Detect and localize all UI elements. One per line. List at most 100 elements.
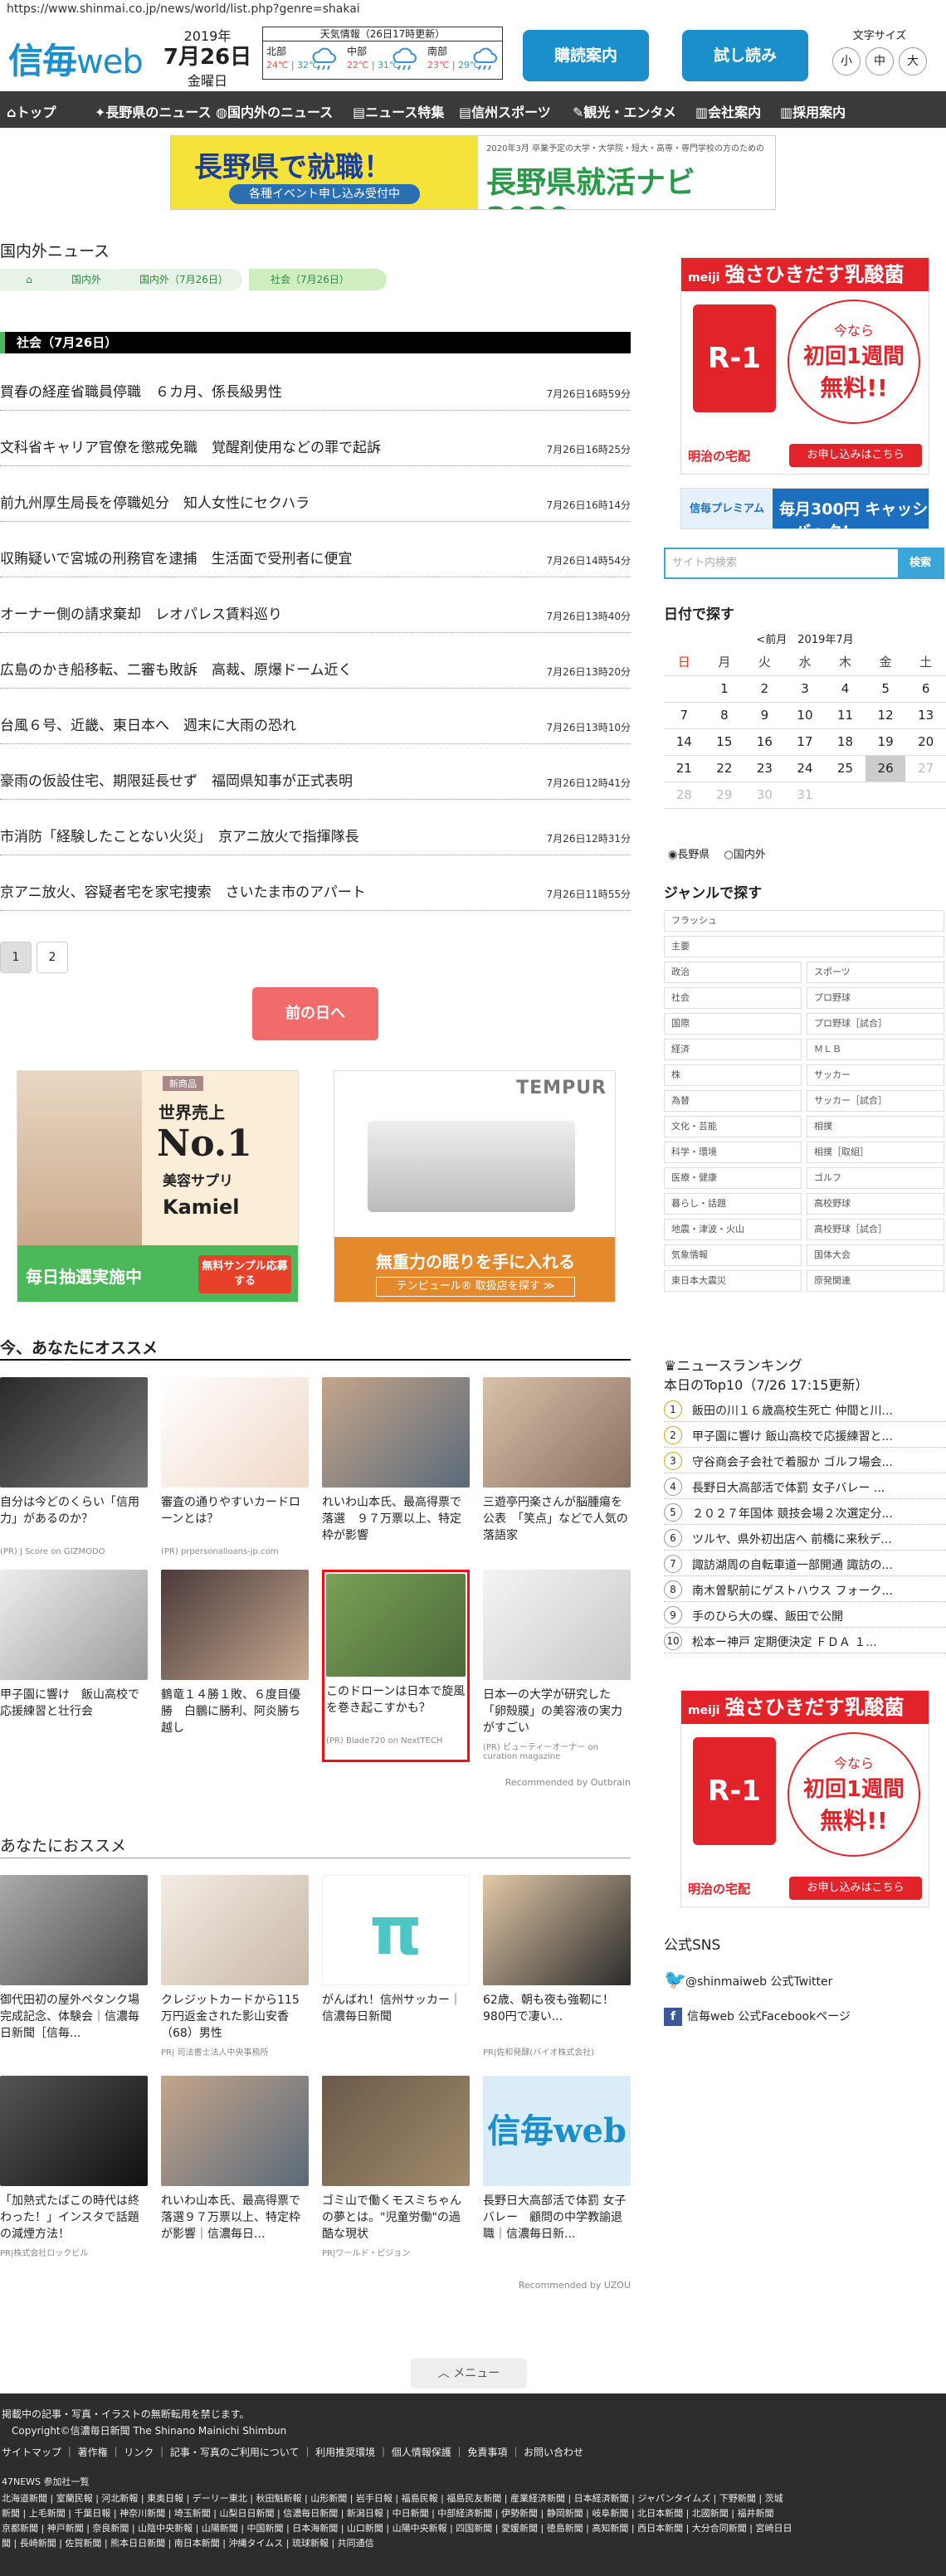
recommend2-card[interactable]: ゴミ山で働くモスミちゃんの夢とは。"児童労働"の過酷な現状 PR|ワールド・ビジョ… [322,2076,470,2258]
recommend2-card[interactable]: 信毎web 長野日大高部活で体罰 女子バレー 顧問の中学教諭退職｜信濃毎日新... [483,2076,631,2246]
genre-item[interactable]: 原発関連 [807,1270,944,1292]
recommend2-card[interactable]: 62歳、朝も夜も強靭に！980円で凄い... PR|佐和発酵(バイオ株式会社) [483,1875,631,2057]
genre-item[interactable]: 地震・津波・火山 [664,1219,802,1240]
calendar-day[interactable]: 22 [704,755,745,782]
news-item[interactable]: 台風６号、近畿、東日本へ 週末に大雨の恐れ 7月26日13時10分 [0,689,631,744]
search-input[interactable]: サイト内検索 [666,549,900,577]
recommend2-card[interactable]: 御代田初の屋外ペタンク場 完成記念、体験会｜信濃毎日新聞［信毎... [0,1875,148,2045]
news-item[interactable]: 豪雨の仮設住宅、期限延長せず 福岡県知事が正式表明 7月26日12時41分 [0,744,631,800]
news-item[interactable]: 前九州厚生局長を停職処分 知人女性にセクハラ 7月26日16時14分 [0,466,631,522]
genre-item[interactable]: 高校野球［試合］ [807,1219,944,1240]
calendar-day[interactable]: 3 [784,675,826,703]
store-search-button[interactable]: テンピュール® 取扱店を探す ≫ [376,1277,575,1297]
calendar-day[interactable]: 25 [825,755,866,782]
genre-item[interactable]: 東日本大震災 [664,1270,802,1292]
prev-day-button[interactable]: 前の日へ [252,987,378,1040]
news-item[interactable]: 文科省キャリア官僚を懲戒免職 覚醒剤使用などの罪で起訴 7月26日16時25分 [0,411,631,466]
calendar-day[interactable]: 9 [744,702,785,729]
outbrain-credit[interactable]: Recommended by Outbrain [505,1777,631,1788]
premium-ad[interactable]: 信毎プレミアム 毎月300円 キャッシュバック! [680,488,929,529]
calendar-day[interactable]: 5 [865,675,906,703]
meiji-apply-button[interactable]: お申し込みはこちら [789,444,922,467]
meiji-ad-top[interactable]: meiji 強さひきだす乳酸菌 R-1 今なら 初回1週間 無料!! 明治の宅配 … [680,257,929,475]
meiji-ad-bottom[interactable]: meiji 強さひきだす乳酸菌 R-1 今なら 初回1週間 無料!! 明治の宅配 … [680,1690,929,1907]
calendar-day[interactable]: 21 [664,755,705,782]
genre-item[interactable]: 高校野球 [807,1193,944,1215]
ranking-item[interactable]: 10 松本ー神戸 定期便決定 ＦＤＡ １... [664,1629,946,1653]
news-item[interactable]: 買春の経産省職員停職 ６カ月、係長級男性 7月26日16時59分 [0,355,631,411]
meiji-apply-button[interactable]: お申し込みはこちら [789,1877,922,1900]
calendar-day[interactable]: 17 [784,728,826,756]
news-item[interactable]: オーナー側の請求棄却 レオパレス賃料巡り 7月26日13時40分 [0,577,631,633]
breadcrumb-item[interactable]: 国内外（7月26日） [118,269,242,290]
ranking-item[interactable]: 8 南木曽駅前にゲストハウス フォーク... [664,1577,946,1602]
footer-member-links[interactable]: 北海道新聞 | 室蘭民報 | 河北新報 | 東奥日報 | デーリー東北 | 秋田… [2,2491,783,2505]
genre-item[interactable]: 社会 [664,987,802,1009]
calendar-day[interactable]: 23 [744,755,785,782]
page-2-button[interactable]: 2 [37,942,68,973]
nav-item-top[interactable]: ⌂トップ [7,101,56,121]
recommend-card-highlighted[interactable]: このドローンは日本で旋風を巻き起こすかも？ (PR) Blade720 on Ne… [322,1570,470,1762]
news-item[interactable]: 京アニ放火、容疑者宅を家宅捜索 さいたま市のアパート 7月26日11時55分 [0,855,631,911]
recommend2-card[interactable]: れいわ山本氏、最高得票で落選９７万票以上、特定枠が影響｜信濃毎日... [161,2076,309,2246]
recommend-card[interactable]: 審査の通りやすいカードローンとは？ (PR) prpersonalloans-jp… [161,1377,309,1556]
genre-item[interactable]: 医療・健康 [664,1167,802,1189]
calendar-day[interactable]: 13 [905,702,946,729]
genre-item[interactable]: 主要 [664,936,944,957]
calendar-day-today[interactable]: 26 [865,755,906,782]
weather-box[interactable]: 天気情報（26日17時更新） 北部 24℃ | 32℃ 中部 22℃ | 31℃… [262,27,503,80]
genre-item[interactable]: フラッシュ [664,910,944,932]
ranking-item[interactable]: 3 守谷商会子会社で着服か ゴルフ場会... [664,1449,946,1473]
calendar-day[interactable]: 15 [704,728,745,756]
footer-member-links[interactable]: 新聞 | 上毛新聞 | 千葉日報 | 神奈川新聞 | 埼玉新聞 | 山梨日日新聞… [2,2506,773,2520]
ranking-item[interactable]: 9 手のひら大の蝶、飯田で公開 [664,1603,946,1628]
recommend2-card[interactable]: クレジットカードから115万円返金された影山安香（68）男性 PR| 司法書士法人… [161,1875,309,2057]
trial-button[interactable]: 試し読み [682,30,808,81]
genre-item[interactable]: 株 [664,1064,802,1086]
recommend-card[interactable]: 日本一の大学が研究した「卵殻膜」の美容液の実力がすごい (PR) ビューティーオー… [483,1570,631,1761]
recommend-card[interactable]: 鶴竜１４勝１敗、６度目優勝 白鵬に勝利、阿炎勝ち越し [161,1570,309,1740]
prev-month-link[interactable]: <前月 [756,634,787,646]
genre-item[interactable]: 気象情報 [664,1244,802,1266]
calendar-day[interactable]: 8 [704,702,745,729]
ranking-item[interactable]: 4 長野日大高部活で体罰 女子バレー ... [664,1474,946,1499]
genre-item[interactable]: 国体大会 [807,1244,944,1266]
calendar-day[interactable]: 11 [825,702,866,729]
footer-member-links[interactable]: 聞 | 長崎新聞 | 佐賀新聞 | 熊本日日新聞 | 南日本新聞 | 沖縄タイム… [2,2536,374,2549]
genre-item[interactable]: プロ野球 [807,987,944,1009]
nav-item-recruit[interactable]: ▥採用案内 [780,101,846,121]
calendar-day[interactable]: 7 [664,702,705,729]
radio-nagano[interactable]: ◉長野県 [668,849,710,861]
uzou-credit[interactable]: Recommended by UZOU [519,2280,631,2291]
font-size-large-button[interactable]: 大 [899,47,927,75]
nav-item-sports[interactable]: ▤信州スポーツ [459,101,551,121]
recommend2-card[interactable]: 「加熱式たばこの時代は終わった！」インスタで話題の減煙方法！ PR|株式会社ロック… [0,2076,148,2258]
ranking-item[interactable]: 1 飯田の川１６歳高校生死亡 仲間と川... [664,1397,946,1422]
font-size-small-button[interactable]: 小 [832,47,861,75]
nav-item-nagano[interactable]: ✦長野県のニュース [95,101,212,121]
nav-item-domestic[interactable]: ◍国内外のニュース [216,101,333,121]
genre-item[interactable]: 暮らし・話題 [664,1193,802,1215]
page-1-button[interactable]: 1 [0,942,32,973]
genre-item[interactable]: 相撲 [807,1116,944,1137]
news-item[interactable]: 市消防「経験したことない火災」 京アニ放火で指揮隊長 7月26日12時31分 [0,800,631,855]
site-logo[interactable]: 信毎web [8,33,144,84]
calendar-day[interactable]: 2 [744,675,785,703]
genre-item[interactable]: 経済 [664,1039,802,1060]
calendar-day[interactable]: 18 [825,728,866,756]
calendar-day[interactable]: 14 [664,728,705,756]
calendar-day[interactable]: 20 [905,728,946,756]
genre-item[interactable]: ゴルフ [807,1167,944,1189]
breadcrumb-item[interactable]: 国内外 [50,269,124,290]
sample-apply-button[interactable]: 無料サンプル応募する [198,1255,291,1293]
nav-item-tourism[interactable]: ✎観光・エンタメ [573,101,676,121]
genre-item[interactable]: 政治 [664,962,802,983]
recommend-card[interactable]: 三遊亭円楽さんが脳腫瘍を公表 「笑点」などで人気の落語家 [483,1377,631,1547]
recommend-card[interactable]: れいわ山本氏、最高得票で落選 ９７万票以上、特定枠が影響 [322,1377,470,1547]
calendar-day[interactable]: 19 [865,728,906,756]
news-item[interactable]: 広島のかき船移転、二審も敗訴 高裁、原爆ドーム近く 7月26日13時20分 [0,633,631,689]
genre-item[interactable]: ＭＬＢ [807,1039,944,1060]
recommend-card[interactable]: 自分は今どのくらい「信用力」があるのか？ (PR) J Score on GIZM… [0,1377,148,1556]
genre-item[interactable]: 文化・芸能 [664,1116,802,1137]
ranking-item[interactable]: 6 ツルヤ、県外初出店へ 前橋に来秋デ... [664,1526,946,1551]
